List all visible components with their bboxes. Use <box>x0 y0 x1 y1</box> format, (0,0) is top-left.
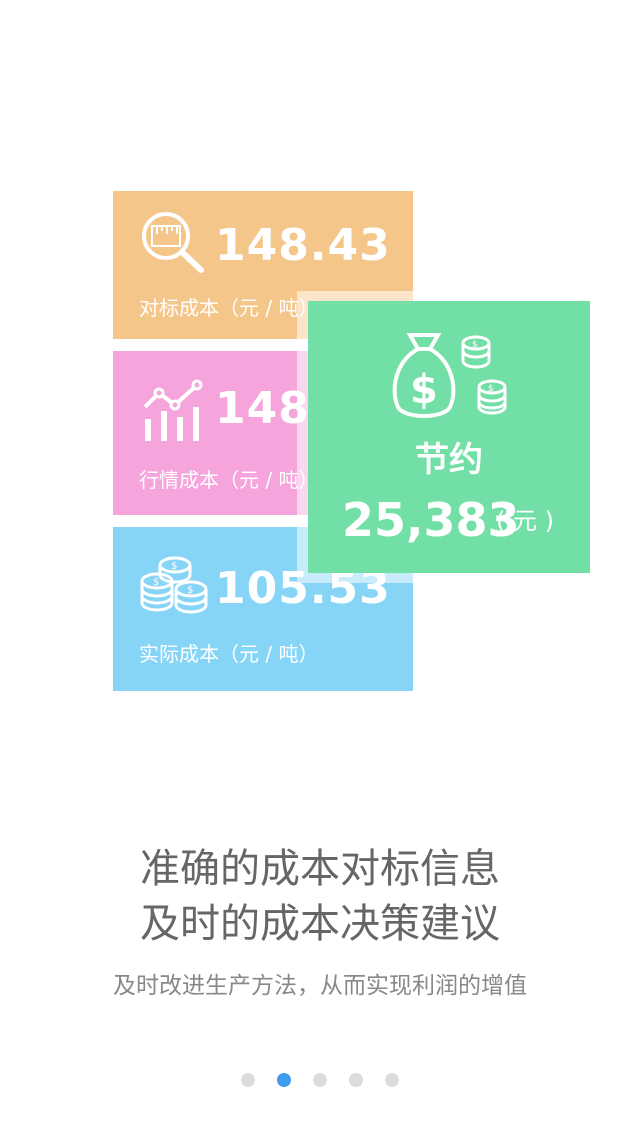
page-dot-active[interactable] <box>277 1073 291 1087</box>
page-dot[interactable] <box>385 1073 399 1087</box>
page-dot[interactable] <box>241 1073 255 1087</box>
savings-unit: ( 元 ) <box>496 507 554 535</box>
savings-title: 节约 <box>415 440 483 480</box>
benchmark-cost-value: 148.43 <box>215 220 391 271</box>
page-dot[interactable] <box>313 1073 327 1087</box>
savings-card: $ $ $ 节约 25,383 ( 元 ) <box>308 301 590 573</box>
svg-text:$: $ <box>410 367 438 413</box>
benchmark-cost-label: 对标成本（元 / 吨） <box>139 296 319 320</box>
card-overlay-strip <box>297 301 308 583</box>
money-bag-icon: $ $ $ <box>388 327 512 429</box>
savings-amount: 25,383 <box>342 493 520 547</box>
page-indicator <box>0 1073 640 1087</box>
card-overlay-strip <box>308 573 413 583</box>
coins-icon: $ $ $ <box>139 553 209 619</box>
svg-text:$: $ <box>187 585 193 596</box>
headline-line-2: 及时的成本决策建议 <box>140 901 500 947</box>
subtitle: 及时改进生产方法，从而实现利润的增值 <box>113 973 527 999</box>
ruler-magnifier-icon <box>139 209 207 279</box>
card-overlay-strip <box>297 291 413 301</box>
market-cost-label: 行情成本（元 / 吨） <box>139 468 319 492</box>
svg-text:$: $ <box>488 384 494 394</box>
svg-text:$: $ <box>472 340 478 350</box>
page-dot[interactable] <box>349 1073 363 1087</box>
actual-cost-label: 实际成本（元 / 吨） <box>139 642 319 666</box>
trend-chart-icon <box>139 379 205 447</box>
headline-line-1: 准确的成本对标信息 <box>140 846 500 892</box>
svg-text:$: $ <box>171 561 177 572</box>
svg-text:$: $ <box>153 577 159 588</box>
